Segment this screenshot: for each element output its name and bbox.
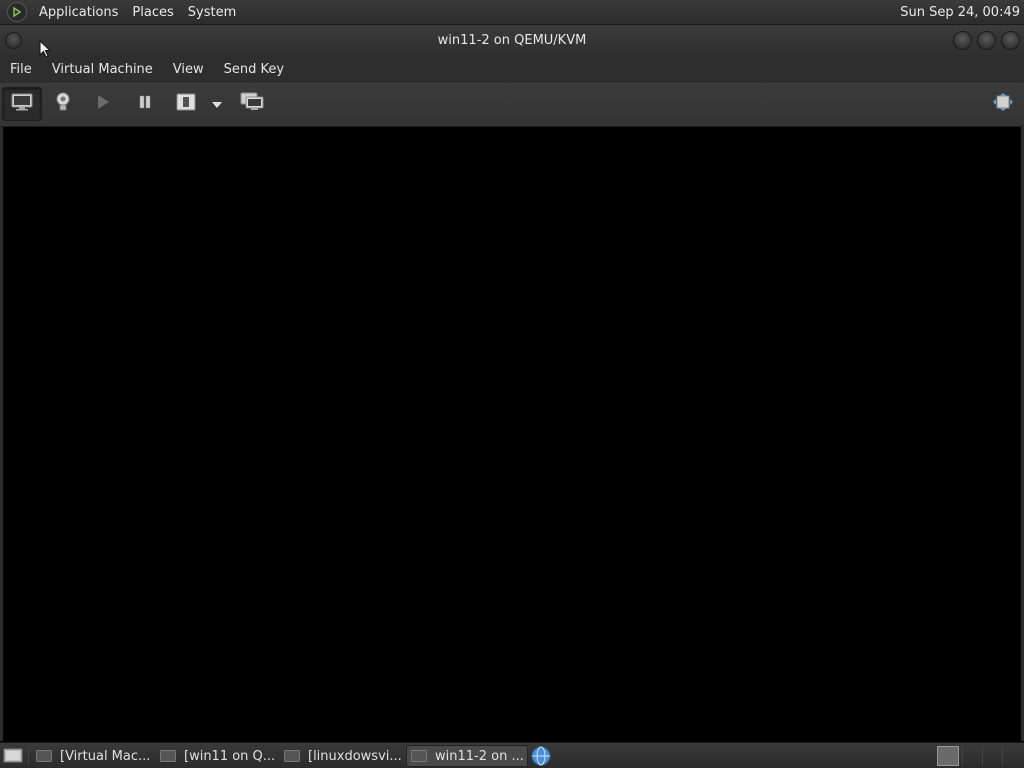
vm-window-icon [411, 750, 427, 762]
fullscreen-icon [992, 93, 1014, 115]
top-panel: Applications Places System Sun Sep 24, 0… [0, 0, 1024, 25]
console-button[interactable] [2, 87, 42, 121]
show-desktop-icon [3, 748, 23, 768]
vm-window-icon [36, 750, 52, 762]
menu-view[interactable]: View [163, 62, 214, 77]
panel-menu-applications[interactable]: Applications [32, 5, 125, 20]
workspace-switcher[interactable] [937, 746, 959, 766]
menubar: File Virtual Machine View Send Key [0, 55, 1024, 83]
show-desktop-button[interactable] [3, 746, 23, 768]
close-button[interactable] [1001, 31, 1020, 50]
window-title: win11-2 on QEMU/KVM [437, 32, 587, 48]
shutdown-power-icon [176, 93, 196, 115]
menu-file[interactable]: File [0, 62, 42, 77]
desktop-screen: Applications Places System Sun Sep 24, 0… [0, 0, 1024, 768]
minimize-button[interactable] [953, 31, 972, 50]
console-monitor-icon [11, 93, 33, 115]
taskbar-item-label: [Virtual Mac... [60, 748, 151, 764]
taskbar-item-label: [linuxdowsvi... [308, 748, 402, 764]
menu-virtual-machine[interactable]: Virtual Machine [42, 62, 163, 77]
taskbar-item-label: [win11 on Q... [184, 748, 276, 764]
taskbar-item-win11[interactable]: [win11 on Q... [160, 745, 278, 767]
snapshots-button[interactable] [238, 87, 266, 121]
vm-window-icon [160, 750, 176, 762]
pause-button[interactable] [134, 87, 156, 121]
panel-clock[interactable]: Sun Sep 24, 00:49 [900, 5, 1024, 20]
snapshot-manager-icon [240, 92, 264, 116]
taskbar-item-linuxdowsvi[interactable]: [linuxdowsvi... [284, 745, 402, 767]
details-button[interactable] [50, 87, 76, 121]
shutdown-dropdown-button[interactable] [208, 87, 226, 121]
maximize-button[interactable] [977, 31, 996, 50]
window-menu-button[interactable] [5, 32, 22, 49]
panel-menu-places[interactable]: Places [125, 5, 180, 20]
vm-window-icon [284, 750, 300, 762]
taskbar-item-win11-2[interactable]: win11-2 on ... [406, 745, 528, 767]
mate-logo-icon[interactable] [7, 2, 27, 22]
taskbar-globe-button[interactable] [531, 746, 551, 768]
lightbulb-details-icon [54, 92, 72, 116]
globe-icon [531, 746, 551, 768]
pause-icon [138, 95, 152, 113]
window-titlebar[interactable]: win11-2 on QEMU/KVM [0, 25, 1024, 55]
menu-send-key[interactable]: Send Key [214, 62, 294, 77]
run-button[interactable] [92, 87, 114, 121]
shutdown-button[interactable] [174, 87, 198, 121]
toolbar [0, 83, 1024, 127]
vm-console-display[interactable] [3, 129, 1021, 740]
play-run-icon [96, 94, 110, 114]
fullscreen-button[interactable] [990, 87, 1016, 121]
taskbar-item-virtual-machine-manager[interactable]: [Virtual Mac... [36, 745, 154, 767]
bottom-taskbar: [Virtual Mac... [win11 on Q... [linuxdow… [0, 742, 1024, 768]
dropdown-arrow-icon [212, 97, 222, 112]
panel-menu-system[interactable]: System [181, 5, 243, 20]
mouse-cursor-icon [39, 39, 52, 62]
taskbar-item-label: win11-2 on ... [435, 748, 524, 764]
